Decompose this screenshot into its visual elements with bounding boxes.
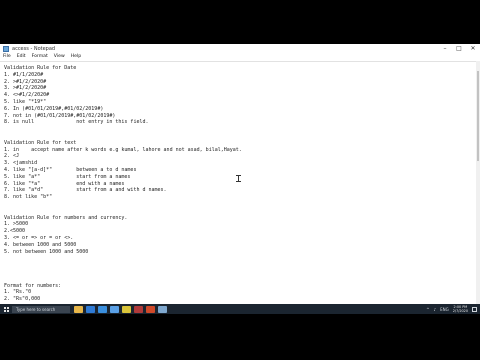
mouse-cursor-icon <box>236 175 241 182</box>
edge-icon[interactable] <box>86 305 95 313</box>
search-placeholder: Type here to search <box>16 306 56 312</box>
text-line: Validation Rule for numbers and currency… <box>4 214 128 221</box>
text-line: 8. is null not entry in this field. <box>4 119 149 126</box>
text-line: 3. >#1/2/2020# <box>4 85 47 92</box>
text-line: 1. #1/1/2020# <box>4 71 44 78</box>
notification-icon[interactable] <box>472 306 477 312</box>
volume-icon[interactable]: ♪ <box>434 307 437 312</box>
window-title: access - Notepad <box>12 45 56 52</box>
menu-edit[interactable]: Edit <box>17 54 26 59</box>
taskbar-apps <box>74 305 170 313</box>
menu-help[interactable]: Help <box>71 54 81 59</box>
menu-file[interactable]: File <box>3 54 11 59</box>
maximize-button[interactable]: □ <box>452 44 466 53</box>
tray-chevron-icon[interactable]: ^ <box>426 307 429 312</box>
text-line: Format for numbers: <box>4 282 62 289</box>
text-line: 6. In (#01/01/2019#,#01/02/2019#) <box>4 105 104 112</box>
text-line: 6. like "*a" end with a names <box>4 180 125 187</box>
vertical-scrollbar[interactable] <box>476 61 480 304</box>
file-explorer-icon[interactable] <box>74 305 83 313</box>
scrollbar-thumb[interactable] <box>477 71 479 161</box>
text-line: 4. between 1000 and 5000 <box>4 241 77 248</box>
desktop-screen: access - Notepad – □ ✕ File Edit Format … <box>0 44 480 314</box>
text-line: 5. not between 1000 and 5000 <box>4 248 89 255</box>
system-tray: ^ ♪ ENG 2:00 PM 2/7/2020 <box>426 304 477 314</box>
chrome-icon[interactable] <box>122 305 131 313</box>
text-line: 8. not like "b*" <box>4 194 53 201</box>
taskbar-search[interactable]: Type here to search <box>12 305 70 313</box>
notepad-icon[interactable] <box>158 305 167 313</box>
taskbar: Type here to search ^ ♪ ENG 2:00 PM 2/7/… <box>0 304 480 314</box>
text-line: 1. "Rs."0 <box>4 289 32 296</box>
windows-logo-icon <box>3 306 9 312</box>
text-line: 4. like "[a-d]*" between a to d names <box>4 167 137 173</box>
title-bar[interactable]: access - Notepad – □ ✕ <box>0 44 480 53</box>
text-line: 3. <= or => or = or <>. <box>4 235 74 241</box>
text-line: Validation Rule for Date <box>4 65 77 71</box>
text-line: 2. >#1/2/2020# <box>4 78 47 85</box>
menu-format[interactable]: Format <box>32 54 48 59</box>
text-line: 7. not in (#01/01/2019#,#01/02/2019#) <box>4 112 116 119</box>
video-frame: access - Notepad – □ ✕ File Edit Format … <box>0 0 480 360</box>
start-button[interactable] <box>0 304 12 314</box>
language-indicator[interactable]: ENG <box>440 307 449 312</box>
text-line: 2. "Rs"0,000 <box>4 296 41 303</box>
menu-view[interactable]: View <box>54 54 65 59</box>
text-line: 1. >5000 <box>4 221 29 228</box>
text-line: 1. in accept name after k words e.g kuma… <box>4 146 242 153</box>
menu-bar: File Edit Format View Help <box>0 53 480 60</box>
close-button[interactable]: ✕ <box>466 44 480 53</box>
access-icon[interactable] <box>134 305 143 313</box>
clock[interactable]: 2:00 PM 2/7/2020 <box>453 305 468 313</box>
notepad-app-icon <box>3 45 9 52</box>
minimize-button[interactable]: – <box>438 44 452 53</box>
store-icon[interactable] <box>98 305 107 313</box>
text-line: Validation Rule for text <box>4 139 77 146</box>
mail-icon[interactable] <box>110 305 119 313</box>
text-line: 2. <J <box>4 153 20 160</box>
powerpoint-icon[interactable] <box>146 305 155 313</box>
clock-date: 2/7/2020 <box>452 309 468 313</box>
text-line: 5. like "*19*" <box>4 99 47 105</box>
text-line: 3. <jamshid <box>4 160 38 167</box>
text-line: 4. <>#1/2/2020# <box>4 92 50 99</box>
text-line: 5. like "a*" start from a names <box>4 173 131 180</box>
text-editor[interactable]: Validation Rule for Date 1. #1/1/2020# 2. … <box>0 61 476 305</box>
text-line: 2.<5000 <box>4 228 26 235</box>
text-line: 7. like "a*d" start from a and with d na… <box>4 187 167 194</box>
